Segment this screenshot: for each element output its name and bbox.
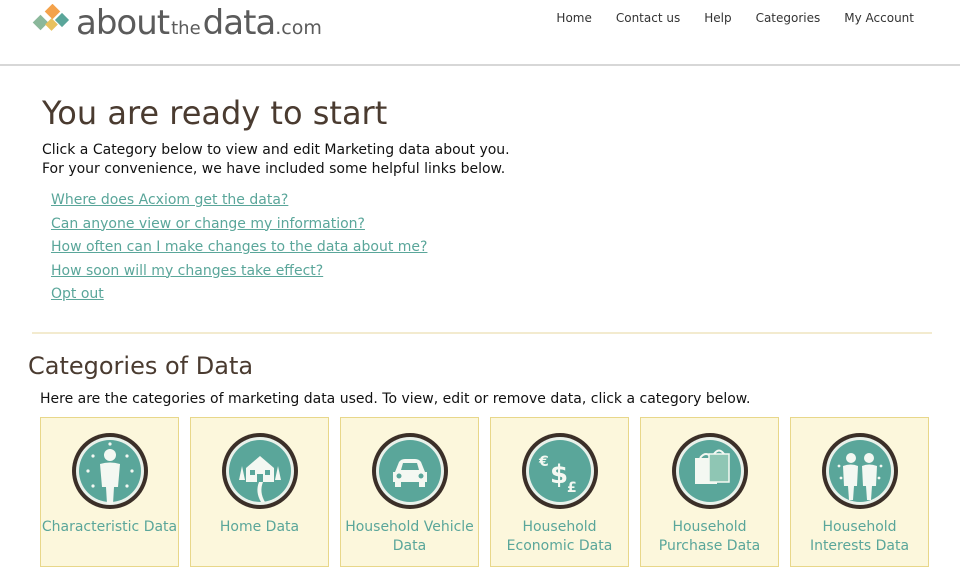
category-tile-purchase[interactable]: Household Purchase Data <box>640 417 779 567</box>
category-tile-vehicle[interactable]: Household Vehicle Data <box>340 417 479 567</box>
currency-icon: € $ £ <box>522 433 598 509</box>
help-link-item: How soon will my changes take effect? <box>51 260 427 284</box>
help-link-item: Can anyone view or change my information… <box>51 213 427 237</box>
logo-word-about: about <box>76 3 170 43</box>
nav-categories[interactable]: Categories <box>744 10 833 26</box>
site-logo[interactable]: about thedata.com <box>32 0 322 40</box>
logo-word-the: the <box>171 18 201 39</box>
svg-text:$: $ <box>550 460 568 490</box>
category-label: Household Vehicle Data <box>345 519 474 554</box>
site-header: about thedata.com Home Contact us Help Ca… <box>0 0 960 66</box>
category-label: Characteristic Data <box>41 519 178 535</box>
logo-word-com: .com <box>275 17 322 39</box>
people-icon <box>822 433 898 509</box>
help-link-item: Where does Acxiom get the data? <box>51 189 427 213</box>
nav-help[interactable]: Help <box>692 10 743 26</box>
link-opt-out[interactable]: Opt out <box>51 286 104 302</box>
category-tile-characteristic[interactable]: Characteristic Data <box>40 417 179 567</box>
category-tile-interests[interactable]: Household Interests Data <box>790 417 929 567</box>
page-title: You are ready to start <box>42 94 388 132</box>
car-icon <box>372 433 448 509</box>
nav-contact-us[interactable]: Contact us <box>604 10 692 26</box>
nav-home[interactable]: Home <box>544 10 603 26</box>
logo-word-data: data <box>202 3 277 43</box>
link-how-often[interactable]: How often can I make changes to the data… <box>51 239 427 255</box>
top-nav: Home Contact us Help Categories My Accou… <box>544 10 914 26</box>
category-label: Home Data <box>219 519 300 535</box>
category-tile-economic[interactable]: € $ £ Household Economic Data <box>490 417 629 567</box>
nav-my-account[interactable]: My Account <box>832 10 914 26</box>
category-label: Household Interests Data <box>809 519 910 554</box>
help-link-item: Opt out <box>51 283 427 307</box>
svg-text:£: £ <box>567 480 577 496</box>
category-tiles: Characteristic Data Home Data Household … <box>40 417 932 567</box>
category-tile-home[interactable]: Home Data <box>190 417 329 567</box>
svg-text:€: € <box>538 454 549 470</box>
link-who-can-view[interactable]: Can anyone view or change my information… <box>51 216 365 232</box>
ready-intro-line-1: Click a Category below to view and edit … <box>42 142 510 158</box>
category-label: Household Purchase Data <box>658 519 761 554</box>
ready-intro: Click a Category below to view and edit … <box>42 141 510 179</box>
diamond-logo-icon <box>32 4 70 31</box>
logo-wordmark: about thedata.com <box>76 6 322 40</box>
help-links-list: Where does Acxiom get the data? Can anyo… <box>51 189 427 307</box>
categories-title: Categories of Data <box>28 352 254 380</box>
section-divider <box>32 332 932 334</box>
categories-intro: Here are the categories of marketing dat… <box>40 391 751 407</box>
link-where-data[interactable]: Where does Acxiom get the data? <box>51 192 288 208</box>
house-icon <box>222 433 298 509</box>
person-icon <box>72 433 148 509</box>
link-how-soon[interactable]: How soon will my changes take effect? <box>51 263 323 279</box>
shopping-bag-icon <box>672 433 748 509</box>
category-label: Household Economic Data <box>506 519 613 554</box>
help-link-item: How often can I make changes to the data… <box>51 236 427 260</box>
ready-intro-line-2: For your convenience, we have included s… <box>42 161 506 177</box>
